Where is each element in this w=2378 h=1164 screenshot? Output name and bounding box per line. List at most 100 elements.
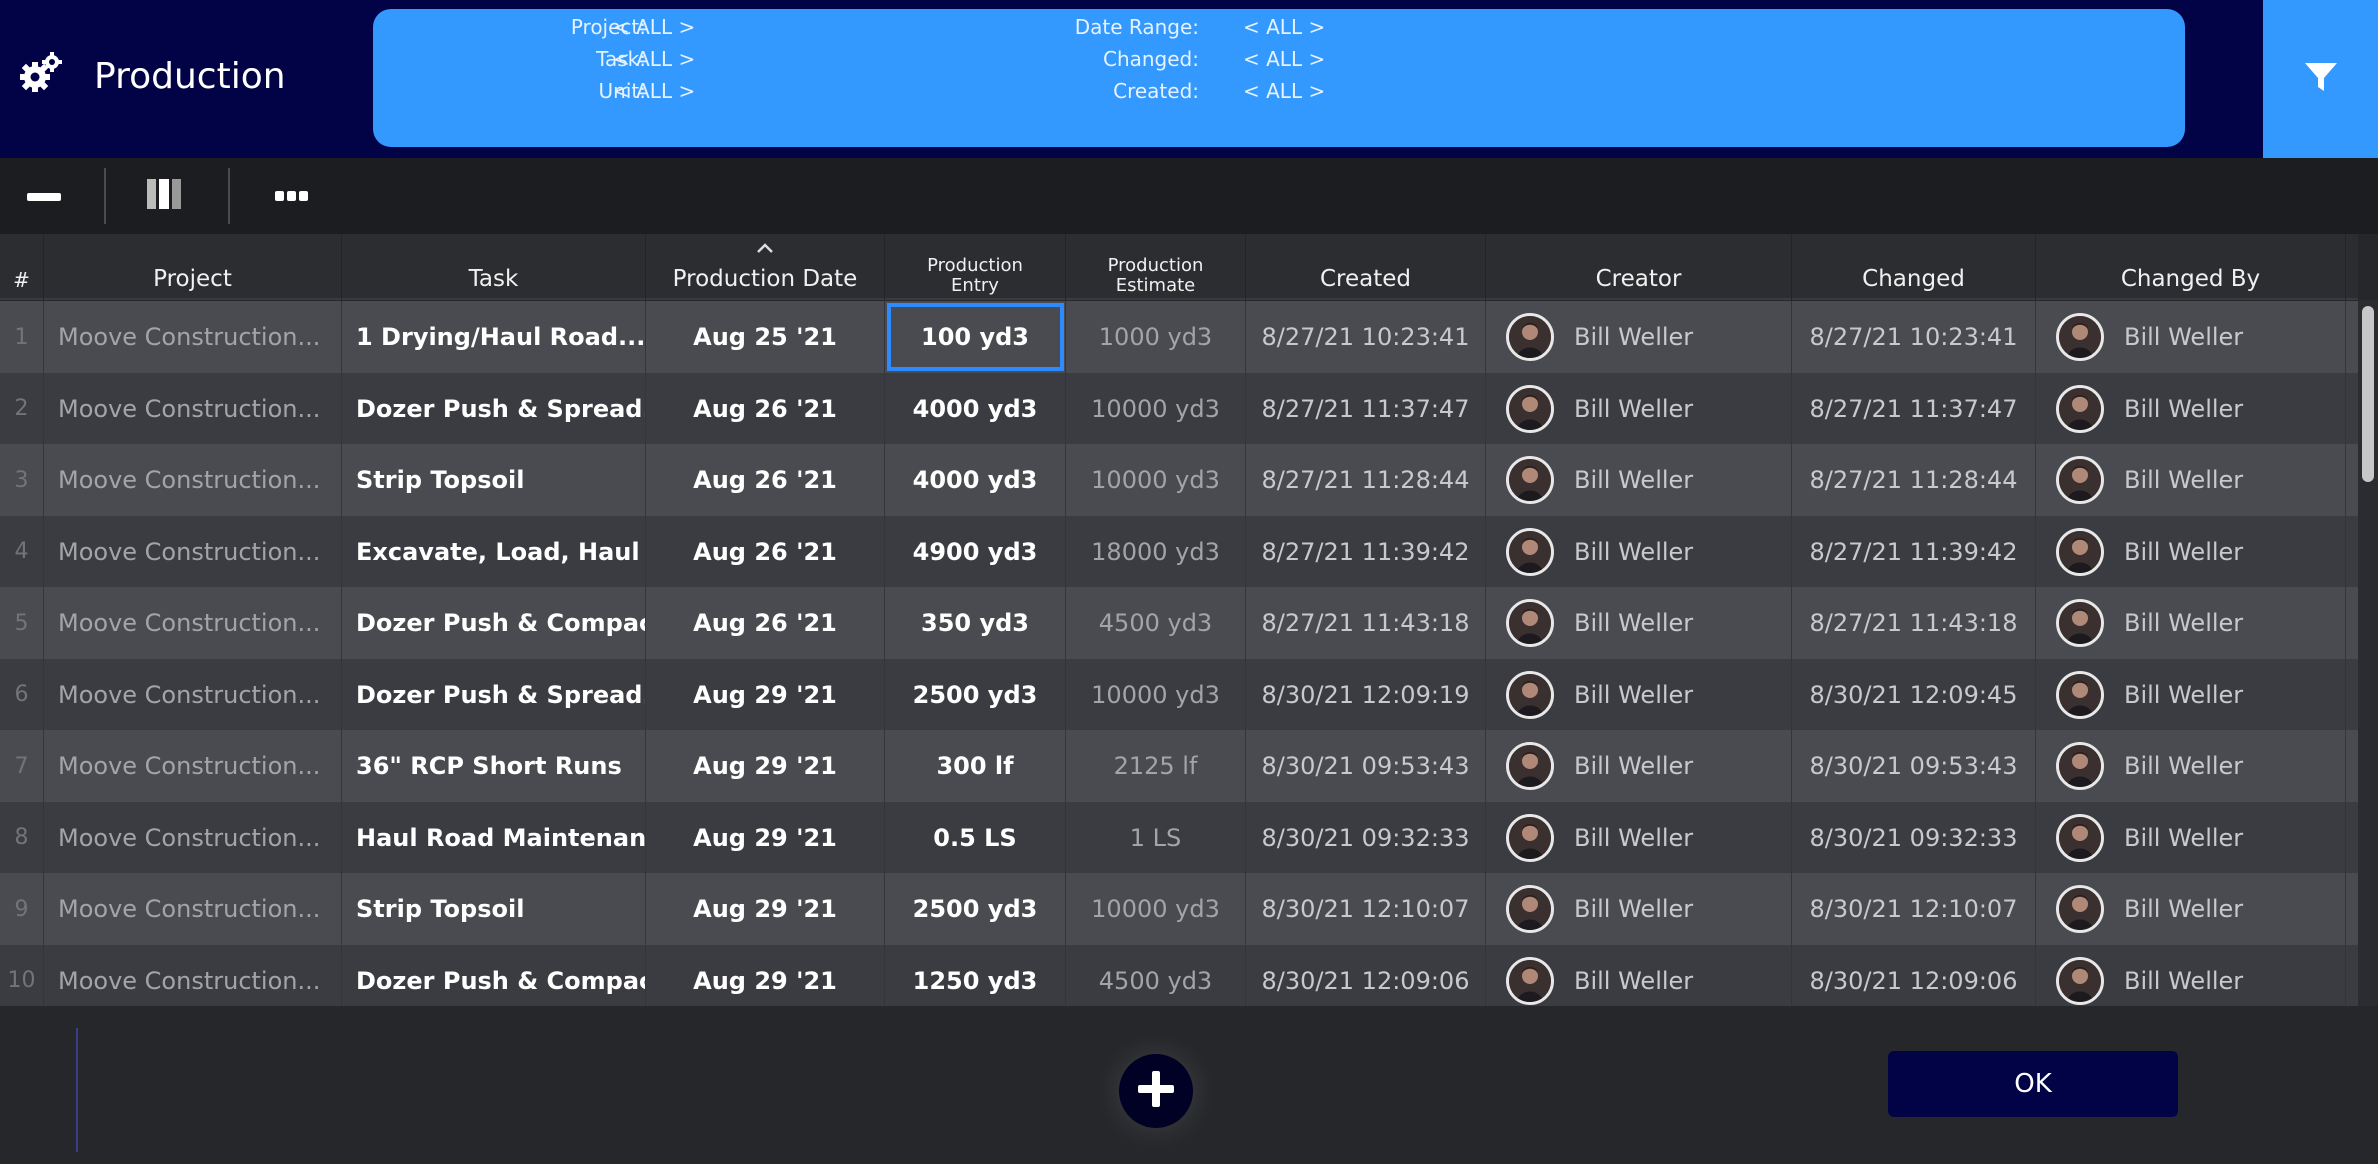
created-cell[interactable]: 8/27/21 11:37:47: [1246, 372, 1486, 445]
column-header-number[interactable]: #: [0, 234, 44, 300]
creator-cell[interactable]: Bill Weller: [1486, 444, 1792, 516]
creator-cell[interactable]: Bill Weller: [1486, 372, 1792, 445]
creator-cell[interactable]: Bill Weller: [1486, 515, 1792, 588]
task-cell[interactable]: Dozer Push & Spread...: [342, 372, 646, 445]
changed-by-cell[interactable]: Bill Weller: [2036, 658, 2346, 731]
row-number-cell[interactable]: 10: [0, 944, 44, 1006]
created-cell[interactable]: 8/27/21 10:23:41: [1246, 301, 1486, 373]
production-date-cell[interactable]: Aug 29 '21: [646, 801, 885, 874]
changed-by-cell[interactable]: Bill Weller: [2036, 515, 2346, 588]
production-entry-cell[interactable]: 2500 yd3: [885, 873, 1066, 945]
created-cell[interactable]: 8/27/21 11:39:42: [1246, 515, 1486, 588]
changed-by-cell[interactable]: Bill Weller: [2036, 444, 2346, 516]
table-row[interactable]: 8 Moove Construction... Haul Road Maintena…: [0, 801, 2358, 874]
column-header-production-entry[interactable]: Production Entry: [885, 234, 1066, 300]
creator-cell[interactable]: Bill Weller: [1486, 944, 1792, 1006]
project-cell[interactable]: Moove Construction...: [44, 730, 342, 802]
project-cell[interactable]: Moove Construction...: [44, 444, 342, 516]
creator-cell[interactable]: Bill Weller: [1486, 801, 1792, 874]
row-number-cell[interactable]: 8: [0, 801, 44, 874]
task-cell[interactable]: Excavate, Load, Haul &...: [342, 515, 646, 588]
row-number-cell[interactable]: 1: [0, 301, 44, 373]
changed-cell[interactable]: 8/30/21 09:53:43: [1792, 730, 2036, 802]
table-row[interactable]: 1 Moove Construction... 1 Drying/Haul Road…: [0, 301, 2358, 373]
production-entry-cell[interactable]: 2500 yd3: [885, 658, 1066, 731]
production-estimate-cell[interactable]: 18000 yd3: [1066, 515, 1246, 588]
changed-cell[interactable]: 8/30/21 12:10:07: [1792, 873, 2036, 945]
columns-button[interactable]: [136, 172, 192, 220]
add-entry-button[interactable]: [1119, 1054, 1193, 1128]
created-cell[interactable]: 8/30/21 12:09:06: [1246, 944, 1486, 1006]
column-header-task[interactable]: Task: [342, 234, 646, 300]
task-cell[interactable]: Dozer Push & Compact...: [342, 587, 646, 659]
changed-cell[interactable]: 8/27/21 11:37:47: [1792, 372, 2036, 445]
changed-cell[interactable]: 8/30/21 12:09:45: [1792, 658, 2036, 731]
task-cell[interactable]: 36" RCP Short Runs: [342, 730, 646, 802]
table-row[interactable]: 9 Moove Construction... Strip Topsoil Aug 2…: [0, 873, 2358, 945]
created-cell[interactable]: 8/27/21 11:28:44: [1246, 444, 1486, 516]
creator-cell[interactable]: Bill Weller: [1486, 658, 1792, 731]
ok-button[interactable]: OK: [1888, 1051, 2178, 1117]
production-date-cell[interactable]: Aug 26 '21: [646, 372, 885, 445]
changed-cell[interactable]: 8/30/21 12:09:06: [1792, 944, 2036, 1006]
project-cell[interactable]: Moove Construction...: [44, 658, 342, 731]
column-header-creator[interactable]: Creator: [1486, 234, 1792, 300]
table-row[interactable]: 4 Moove Construction... Excavate, Load, Ha…: [0, 515, 2358, 588]
production-entry-cell[interactable]: 100 yd3: [885, 301, 1066, 373]
project-cell[interactable]: Moove Construction...: [44, 301, 342, 373]
changed-by-cell[interactable]: Bill Weller: [2036, 301, 2346, 373]
production-entry-cell[interactable]: 1250 yd3: [885, 944, 1066, 1006]
production-date-cell[interactable]: Aug 29 '21: [646, 873, 885, 945]
project-cell[interactable]: Moove Construction...: [44, 515, 342, 588]
table-row[interactable]: 6 Moove Construction... Dozer Push & Sprea…: [0, 658, 2358, 731]
row-number-cell[interactable]: 7: [0, 730, 44, 802]
table-row[interactable]: 2 Moove Construction... Dozer Push & Sprea…: [0, 372, 2358, 445]
column-header-production-date[interactable]: Production Date: [646, 234, 885, 300]
production-entry-cell[interactable]: 4000 yd3: [885, 444, 1066, 516]
production-entry-cell[interactable]: 350 yd3: [885, 587, 1066, 659]
task-cell[interactable]: Dozer Push & Spread...: [342, 658, 646, 731]
changed-by-cell[interactable]: Bill Weller: [2036, 873, 2346, 945]
production-entry-cell[interactable]: 0.5 LS: [885, 801, 1066, 874]
task-cell[interactable]: 1 Drying/Haul Road...: [342, 301, 646, 373]
production-date-cell[interactable]: Aug 29 '21: [646, 658, 885, 731]
production-date-cell[interactable]: Aug 26 '21: [646, 515, 885, 588]
production-estimate-cell[interactable]: 1 LS: [1066, 801, 1246, 874]
filter-button[interactable]: [2263, 0, 2378, 158]
production-date-cell[interactable]: Aug 26 '21: [646, 587, 885, 659]
column-header-project[interactable]: Project: [44, 234, 342, 300]
table-row[interactable]: 3 Moove Construction... Strip Topsoil Aug 2…: [0, 444, 2358, 516]
row-number-cell[interactable]: 6: [0, 658, 44, 731]
production-estimate-cell[interactable]: 2125 lf: [1066, 730, 1246, 802]
changed-by-cell[interactable]: Bill Weller: [2036, 372, 2346, 445]
row-number-cell[interactable]: 5: [0, 587, 44, 659]
row-number-cell[interactable]: 3: [0, 444, 44, 516]
project-cell[interactable]: Moove Construction...: [44, 801, 342, 874]
production-estimate-cell[interactable]: 10000 yd3: [1066, 372, 1246, 445]
changed-by-cell[interactable]: Bill Weller: [2036, 730, 2346, 802]
creator-cell[interactable]: Bill Weller: [1486, 730, 1792, 802]
table-scrollbar[interactable]: [2358, 300, 2378, 1006]
column-header-changed-by[interactable]: Changed By: [2036, 234, 2346, 300]
created-cell[interactable]: 8/30/21 09:32:33: [1246, 801, 1486, 874]
task-cell[interactable]: Strip Topsoil: [342, 873, 646, 945]
table-row[interactable]: 5 Moove Construction... Dozer Push & Compa…: [0, 587, 2358, 659]
row-number-cell[interactable]: 9: [0, 873, 44, 945]
production-date-cell[interactable]: Aug 29 '21: [646, 730, 885, 802]
production-entry-cell[interactable]: 300 lf: [885, 730, 1066, 802]
creator-cell[interactable]: Bill Weller: [1486, 873, 1792, 945]
production-estimate-cell[interactable]: 10000 yd3: [1066, 873, 1246, 945]
production-estimate-cell[interactable]: 10000 yd3: [1066, 444, 1246, 516]
created-cell[interactable]: 8/27/21 11:43:18: [1246, 587, 1486, 659]
row-number-cell[interactable]: 4: [0, 515, 44, 588]
production-date-cell[interactable]: Aug 29 '21: [646, 944, 885, 1006]
more-options-button[interactable]: [264, 172, 320, 220]
changed-cell[interactable]: 8/27/21 11:43:18: [1792, 587, 2036, 659]
scrollbar-thumb[interactable]: [2362, 306, 2374, 482]
column-header-changed[interactable]: Changed: [1792, 234, 2036, 300]
column-header-created[interactable]: Created: [1246, 234, 1486, 300]
creator-cell[interactable]: Bill Weller: [1486, 301, 1792, 373]
project-cell[interactable]: Moove Construction...: [44, 587, 342, 659]
project-cell[interactable]: Moove Construction...: [44, 944, 342, 1006]
changed-by-cell[interactable]: Bill Weller: [2036, 587, 2346, 659]
